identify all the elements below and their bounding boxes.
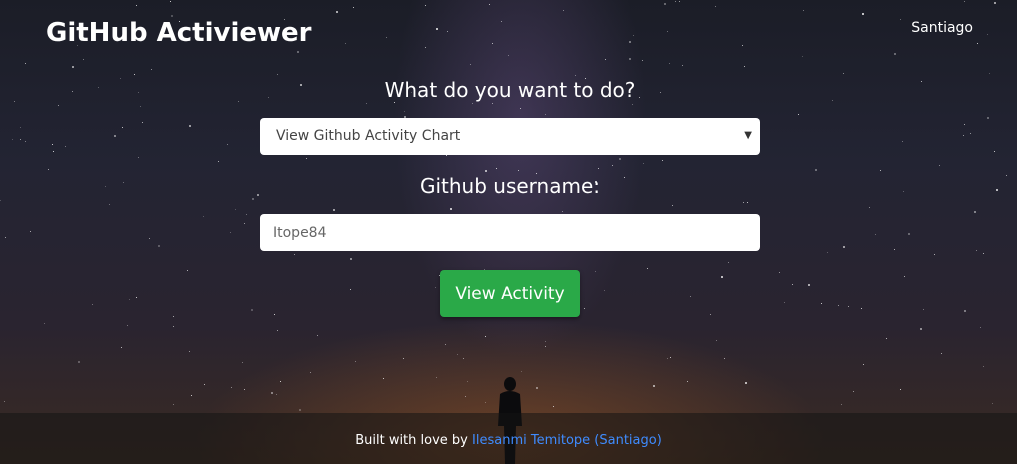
user-menu-link[interactable]: Santiago <box>911 20 973 36</box>
view-activity-button[interactable]: View Activity <box>440 270 580 317</box>
username-input-wrap <box>260 214 760 251</box>
action-select-value: View Github Activity Chart <box>276 128 461 144</box>
page: GitHub Activiewer Santiago What do you w… <box>0 0 1017 464</box>
username-label: Github username: <box>419 174 601 198</box>
caret-down-icon: ▼ <box>744 130 752 141</box>
username-input[interactable] <box>260 214 760 251</box>
footer-credit: Built with love by <box>355 433 468 448</box>
footer-text: Built with love by Ilesanmi Temitope (Sa… <box>0 433 1017 448</box>
activity-form: What do you want to do? View Github Acti… <box>260 78 760 251</box>
footer: Built with love by Ilesanmi Temitope (Sa… <box>0 413 1017 464</box>
action-select[interactable]: View Github Activity Chart ▼ <box>260 118 760 155</box>
question-heading: What do you want to do? <box>384 78 636 102</box>
brand-title[interactable]: GitHub Activiewer <box>46 18 311 48</box>
author-link[interactable]: Ilesanmi Temitope (Santiago) <box>472 433 662 448</box>
